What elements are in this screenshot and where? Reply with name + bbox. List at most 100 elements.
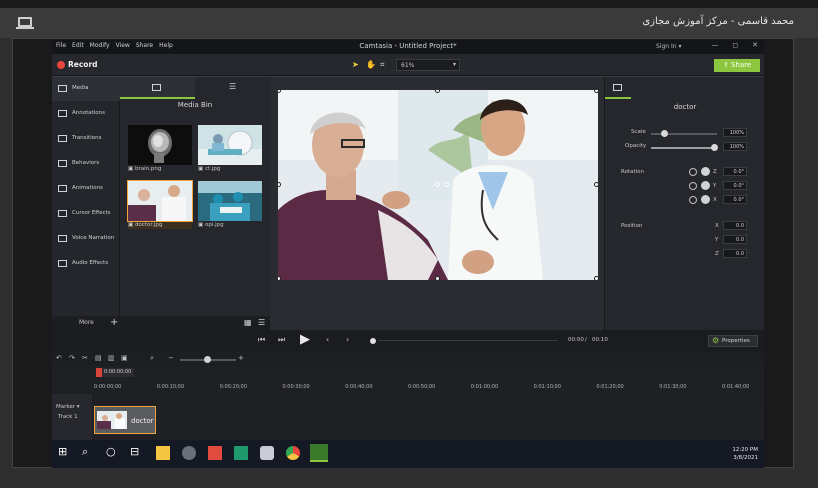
scrubber-knob[interactable] <box>370 338 376 344</box>
animation-icon <box>58 185 67 192</box>
windows-start-icon[interactable]: ⊞ <box>58 445 72 459</box>
timeline-zoom-knob[interactable] <box>204 356 211 363</box>
resize-handle[interactable] <box>594 90 598 93</box>
media-item-doctor[interactable]: ▣ doctor.jpg <box>127 180 193 229</box>
play-icon[interactable]: ▶ <box>300 332 310 347</box>
properties-panel: doctor Scale 100% Opacity 100% Rotation … <box>604 77 764 330</box>
media-item-opi[interactable]: ▣ opi.jpg <box>198 181 262 229</box>
app-icon[interactable] <box>182 446 196 460</box>
media-item-brain[interactable]: ▣ brain.png <box>128 125 192 173</box>
sidebar-item-cursor-effects[interactable]: Cursor Effects <box>52 202 120 226</box>
rotate-handle[interactable] <box>435 182 440 187</box>
opacity-slider[interactable] <box>651 147 717 149</box>
step-back-icon[interactable]: ⏮ <box>258 335 265 345</box>
position-x-field[interactable]: 0.0 <box>723 221 747 230</box>
sidebar-item-animations[interactable]: Animations <box>52 177 120 201</box>
redo-icon[interactable]: ↷ <box>69 354 75 362</box>
resize-handle[interactable] <box>278 276 281 280</box>
sidebar-item-media[interactable]: Media <box>52 77 120 101</box>
media-item-ct[interactable]: ▣ ct.jpg <box>198 125 262 173</box>
record-button[interactable]: Record <box>68 60 98 69</box>
opacity-field[interactable]: 100% <box>723 142 747 151</box>
track-1-label[interactable]: Track 1 <box>58 414 78 420</box>
opacity-slider-knob[interactable] <box>711 144 718 151</box>
position-z-field[interactable]: 0.0 <box>723 249 747 258</box>
crop-tool-icon[interactable]: ⌗ <box>380 60 385 70</box>
rotation-x-dial[interactable] <box>701 195 710 204</box>
scale-slider-knob[interactable] <box>661 130 668 137</box>
media-item-name: ▣ doctor.jpg <box>128 222 163 228</box>
task-view-icon[interactable]: ⊟ <box>130 445 144 459</box>
scale-field[interactable]: 100% <box>723 128 747 137</box>
share-button[interactable]: ⇪ Share <box>714 59 760 72</box>
rotation-y-dial[interactable] <box>701 181 710 190</box>
pan-tool-icon[interactable]: ✋ <box>366 60 376 69</box>
center-handle[interactable] <box>444 182 449 187</box>
sidebar-item-voice-narration[interactable]: Voice Narration <box>52 227 120 251</box>
zoom-select[interactable]: 61% ▾ <box>396 59 460 71</box>
session-title: محمد قاسمی - مرکز آموزش مجازی <box>642 16 794 27</box>
list-view-icon[interactable]: ☰ <box>258 318 265 327</box>
resize-handle[interactable] <box>435 276 440 280</box>
sidebar-item-transitions[interactable]: Transitions <box>52 127 120 151</box>
resize-handle[interactable] <box>594 182 598 187</box>
next-marker-icon[interactable]: › <box>346 335 349 344</box>
split-icon[interactable]: ▣ <box>121 354 128 362</box>
rotation-z-field[interactable]: 0.0° <box>723 167 747 176</box>
timeline-clip-doctor[interactable]: doctor <box>94 406 156 434</box>
resize-handle[interactable] <box>594 276 598 280</box>
clip-label: doctor <box>131 417 154 425</box>
properties-title: doctor <box>673 103 697 111</box>
undo-icon[interactable]: ↶ <box>56 354 62 362</box>
sidebar-item-label: Cursor Effects <box>72 210 111 216</box>
previous-marker-icon[interactable]: ‹ <box>326 335 329 344</box>
tab-library[interactable]: ☰ <box>195 77 270 99</box>
tab-media-bin[interactable] <box>120 77 195 99</box>
scale-label: Scale <box>631 129 646 135</box>
camtasia-icon[interactable] <box>310 444 328 462</box>
sign-in-button[interactable]: Sign In ▾ <box>656 43 682 50</box>
timeline-ruler[interactable]: 0:00:00;00 0:00:00;00 0:00:10;00 0:00:20;0… <box>52 366 764 394</box>
track-1-lane[interactable] <box>92 404 764 440</box>
step-forward-icon[interactable]: ⏭ <box>278 335 285 345</box>
media-app-icon[interactable] <box>208 446 222 460</box>
scrubber-track[interactable] <box>378 340 558 341</box>
close-button[interactable]: ✕ <box>752 41 758 49</box>
rotation-y-field[interactable]: 0.0° <box>723 181 747 190</box>
zoom-icon: ⌕ <box>150 354 154 362</box>
cortana-icon[interactable]: ○ <box>106 445 120 459</box>
copy-icon[interactable]: ▤ <box>95 354 102 362</box>
playhead[interactable] <box>96 368 102 377</box>
sidebar-item-annotations[interactable]: Annotations <box>52 102 120 126</box>
add-media-button[interactable]: + <box>110 317 118 328</box>
search-icon[interactable]: ⌕ <box>82 445 96 459</box>
sidebar-item-behaviors[interactable]: Behaviors <box>52 152 120 176</box>
maximize-button[interactable]: ◻ <box>732 41 738 49</box>
rotation-z-dial[interactable] <box>701 167 710 176</box>
zoom-in-icon[interactable]: + <box>238 354 244 362</box>
laptop-icon <box>16 17 34 29</box>
tab-visual-properties[interactable] <box>605 77 631 99</box>
minimize-button[interactable]: — <box>711 41 718 49</box>
grid-view-icon[interactable]: ▦ <box>244 318 252 327</box>
sidebar-item-audio-effects[interactable]: Audio Effects <box>52 252 120 276</box>
preview-canvas[interactable] <box>278 90 598 280</box>
app-icon[interactable] <box>260 446 274 460</box>
rotation-x-field[interactable]: 0.0° <box>723 195 747 204</box>
position-y-field[interactable]: 0.0 <box>723 235 747 244</box>
chrome-icon[interactable] <box>286 446 300 460</box>
axis-x-label: X <box>715 223 719 229</box>
record-icon[interactable] <box>57 61 65 69</box>
pointer-tool-icon[interactable]: ➤ <box>352 60 359 69</box>
system-clock[interactable]: 12:20 PM 3/8/2021 <box>732 446 758 462</box>
ruler-tick-label: 0:01:30;00 <box>659 384 687 390</box>
paste-icon[interactable]: ▥ <box>108 354 115 362</box>
zoom-out-icon[interactable]: − <box>168 354 174 362</box>
vpn-icon[interactable] <box>234 446 248 460</box>
position-label: Position <box>621 223 643 229</box>
file-explorer-icon[interactable] <box>156 446 170 460</box>
properties-button[interactable]: ⚙ Properties <box>708 335 758 347</box>
share-label: Share <box>730 61 752 69</box>
marker-track-label[interactable]: Marker ▾ <box>56 404 80 410</box>
cut-icon[interactable]: ✂ <box>82 354 88 362</box>
